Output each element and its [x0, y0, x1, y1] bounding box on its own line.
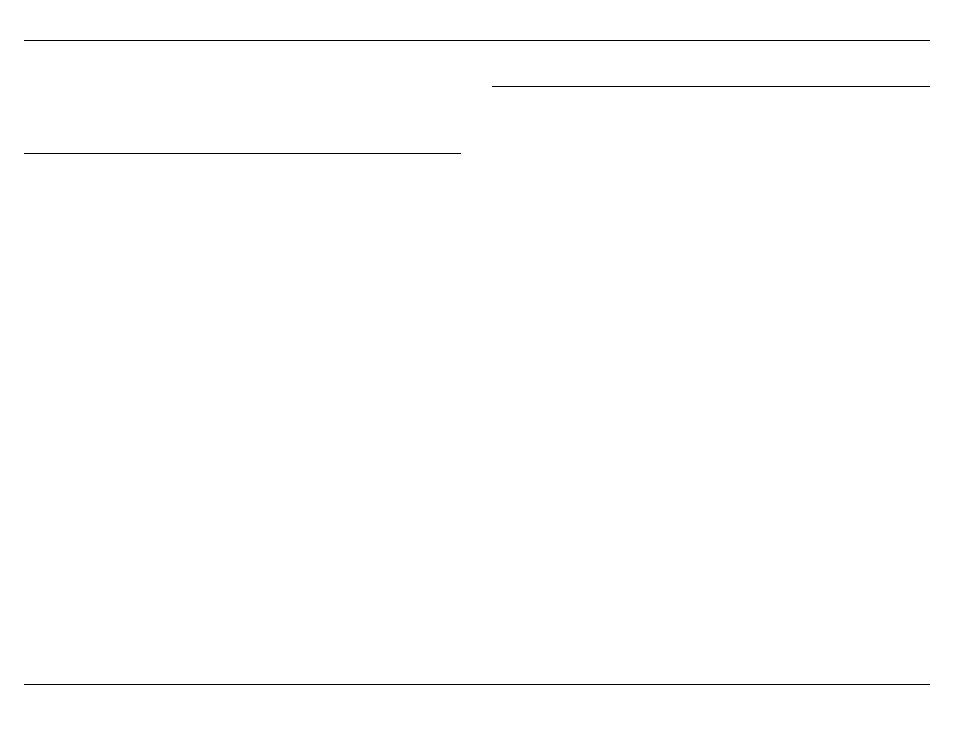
rule-middle-right [492, 86, 930, 87]
rule-middle-left [24, 153, 461, 154]
rule-bottom [24, 684, 930, 685]
rule-top [24, 40, 930, 41]
